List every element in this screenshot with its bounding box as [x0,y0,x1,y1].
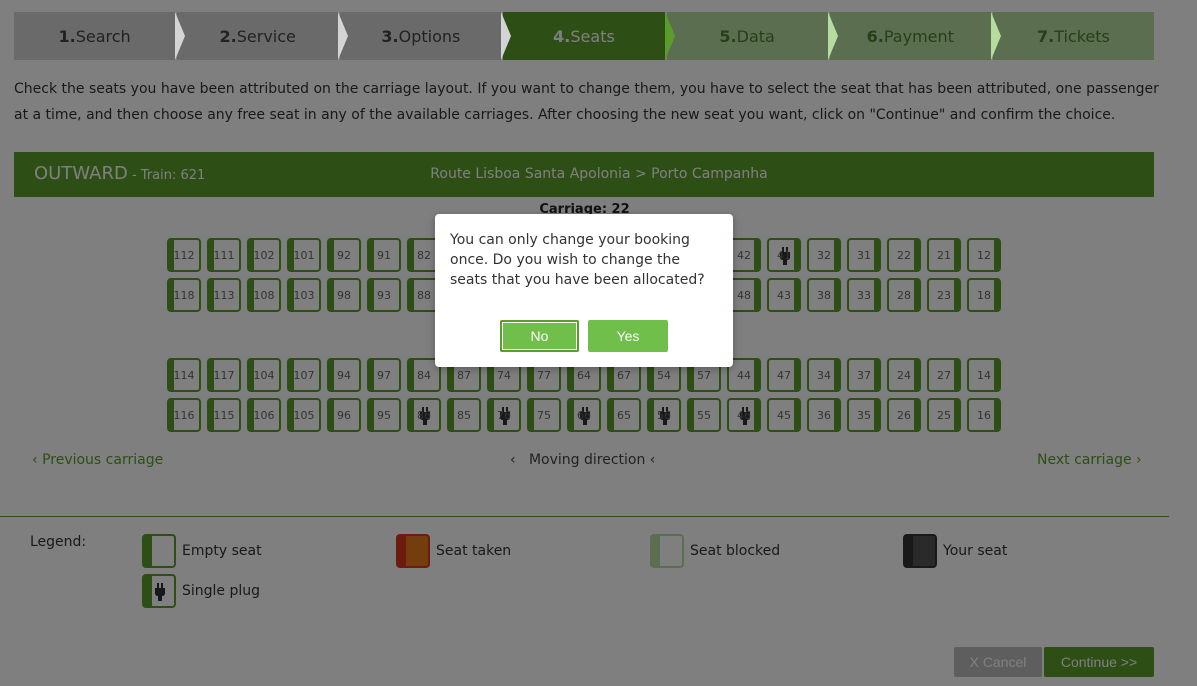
seat-number: 101 [293,248,315,262]
seat-number: 21 [937,248,951,262]
seat-number: 25 [937,408,951,422]
seat-number: 92 [337,248,351,262]
seat-number: 24 [897,368,911,382]
seat-number: 12 [977,248,991,262]
seat-number: 82 [417,248,431,262]
seat-number: 41 [777,248,791,262]
seat-number: 103 [293,288,315,302]
seat-number: 47 [777,368,791,382]
seat-number: 32 [817,248,831,262]
seat-number: 118 [173,288,195,302]
seat-number: 46 [737,408,751,422]
seat-number: 54 [657,368,671,382]
seat-number: 96 [337,408,351,422]
seat-number: 107 [293,368,315,382]
seat-number: 18 [977,288,991,302]
no-button[interactable]: No [500,320,579,352]
seat-number: 95 [377,408,391,422]
seat-number: 86 [417,408,431,422]
seat-number: 97 [377,368,391,382]
seat-number: 14 [977,368,991,382]
seat-number: 75 [537,408,551,422]
seat-number: 38 [817,288,831,302]
dialog-message: You can only change your booking once. D… [450,232,705,288]
seat-number: 37 [857,368,871,382]
seat-number: 106 [253,408,275,422]
seat-number: 57 [697,368,711,382]
seat-number: 66 [577,408,591,422]
seat-number: 111 [213,248,235,262]
seat-number: 115 [213,408,235,422]
seat-number: 67 [617,368,631,382]
seat-number: 48 [737,288,751,302]
seat-number: 65 [617,408,631,422]
seat-number: 33 [857,288,871,302]
seat-number: 88 [417,288,431,302]
seat-number: 31 [857,248,871,262]
seat-number: 113 [213,288,235,302]
seat-number: 43 [777,288,791,302]
seat-number: 94 [337,368,351,382]
confirm-dialog: You can only change your booking once. D… [435,214,733,367]
seat-number: 44 [737,368,751,382]
seat-number: 42 [737,248,751,262]
seat-number: 36 [817,408,831,422]
seat-number: 34 [817,368,831,382]
seat-number: 35 [857,408,871,422]
seat-number: 98 [337,288,351,302]
seat-number: 22 [897,248,911,262]
seat-number: 105 [293,408,315,422]
seat-number: 56 [657,408,671,422]
yes-button[interactable]: Yes [588,320,668,352]
seat-number: 112 [173,248,195,262]
seat-number: 23 [937,288,951,302]
seat-number: 64 [577,368,591,382]
seat-number: 45 [777,408,791,422]
seat-number: 84 [417,368,431,382]
seat-number: 117 [213,368,235,382]
seat-number: 91 [377,248,391,262]
seat-number: 104 [253,368,275,382]
seat-number: 102 [253,248,275,262]
seat-number: 16 [977,408,991,422]
seat-number: 108 [253,288,275,302]
seat-number: 77 [537,368,551,382]
seat-number: 116 [173,408,195,422]
seat-number: 114 [173,368,195,382]
seat-number: 85 [457,408,471,422]
seat-number: 74 [497,368,511,382]
seat-number: 27 [937,368,951,382]
seat-number: 76 [497,408,511,422]
seat-number: 87 [457,368,471,382]
seat-number: 26 [897,408,911,422]
seat-number: 93 [377,288,391,302]
seat-number: 55 [697,408,711,422]
seat-number: 28 [897,288,911,302]
